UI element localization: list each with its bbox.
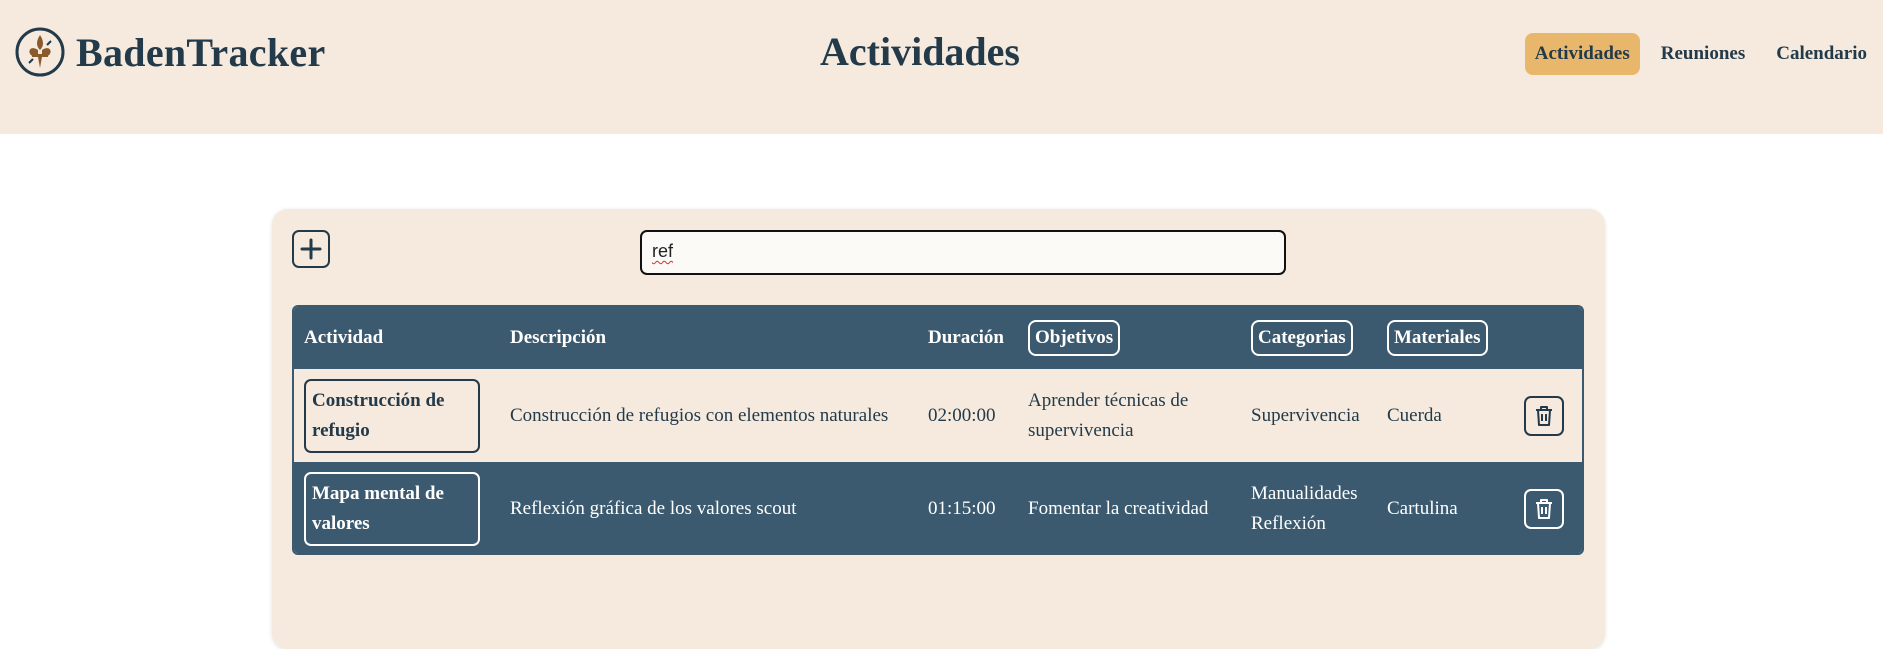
cell-categorias: Manualidades Reflexión	[1251, 482, 1358, 534]
column-header-materiales[interactable]: Materiales	[1387, 307, 1488, 369]
delete-activity-button[interactable]	[1524, 489, 1564, 529]
cell-materiales: Cuerda	[1387, 404, 1442, 426]
trash-icon	[1536, 406, 1552, 426]
trash-icon	[1536, 499, 1552, 519]
column-header-categorias[interactable]: Categorias	[1251, 307, 1353, 369]
column-header-duracion: Duración	[928, 327, 1004, 348]
cell-duracion: 02:00:00	[928, 404, 996, 426]
activities-table: Actividad Descripción Duración Objetivos…	[292, 305, 1584, 555]
cell-categorias: Supervivencia	[1251, 404, 1360, 426]
cell-objetivos: Aprender técnicas de supervivencia	[1028, 389, 1189, 441]
table-row: Mapa mental de valores Reflexión gráfica…	[294, 462, 1582, 553]
cell-descripcion: Reflexión gráfica de los valores scout	[510, 497, 797, 519]
table-row: Construcción de refugio Construcción de …	[294, 369, 1582, 462]
plus-icon	[300, 238, 322, 260]
add-activity-button[interactable]	[292, 230, 330, 268]
nav-item-actividades[interactable]: Actividades	[1524, 33, 1640, 75]
cell-materiales: Cartulina	[1387, 497, 1458, 519]
search-input[interactable]	[640, 230, 1286, 275]
column-header-objetivos[interactable]: Objetivos	[1028, 307, 1121, 369]
app-header: BadenTracker Actividades Actividades Reu…	[0, 0, 1883, 134]
table-header: Actividad Descripción Duración Objetivos…	[294, 307, 1582, 369]
activity-name-button[interactable]: Construcción de refugio	[304, 379, 480, 453]
main-nav: Actividades Reuniones Calendario	[1514, 33, 1877, 75]
cell-descripcion: Construcción de refugios con elementos n…	[510, 404, 889, 426]
column-header-actividad: Actividad	[304, 327, 384, 348]
nav-item-reuniones[interactable]: Reuniones	[1651, 33, 1755, 75]
nav-item-calendario[interactable]: Calendario	[1766, 33, 1877, 75]
activity-name-button[interactable]: Mapa mental de valores	[304, 472, 480, 546]
cell-objetivos: Fomentar la creatividad	[1028, 497, 1209, 519]
column-header-descripcion: Descripción	[510, 327, 607, 348]
cell-duracion: 01:15:00	[928, 497, 996, 519]
activities-panel: ref Actividad Descripción Duración Objet…	[272, 209, 1605, 649]
delete-activity-button[interactable]	[1524, 396, 1564, 436]
